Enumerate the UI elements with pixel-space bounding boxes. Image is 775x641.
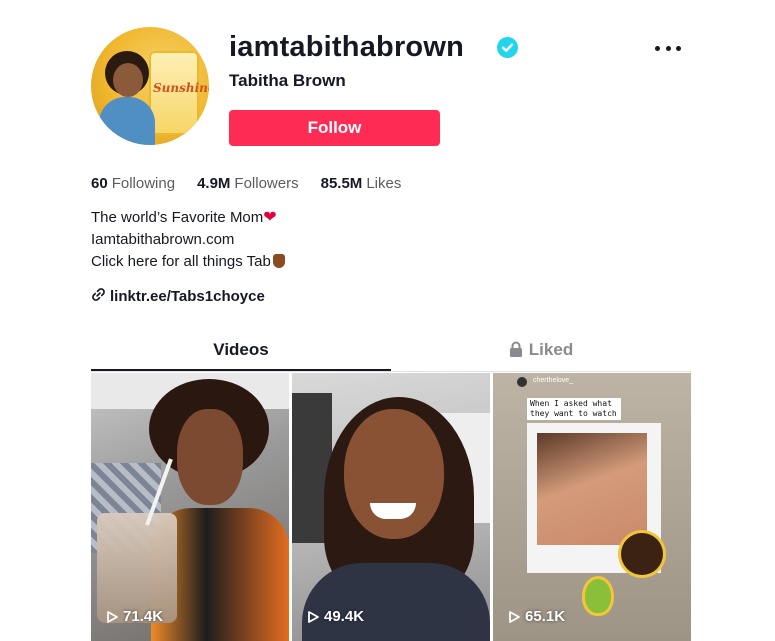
video-grid: 71.4K 49.4K cherthelove_ When I asked wh…	[91, 373, 693, 641]
bio-line: Iamtabithabrown.com	[91, 229, 285, 251]
link-text: linktr.ee/Tabs1choyce	[110, 288, 265, 305]
video-thumbnail[interactable]: cherthelove_ When I asked what they want…	[493, 373, 691, 641]
bio-text: The world’s Favorite Mom	[91, 209, 264, 226]
more-dot	[665, 45, 671, 51]
play-icon	[509, 610, 520, 623]
bio-text: Click here for all things Tab	[91, 253, 271, 270]
likes-label: Likes	[366, 175, 402, 192]
thumb-cup	[97, 513, 177, 623]
tab-videos[interactable]: Videos	[91, 336, 391, 370]
video-view-count: 49.4K	[306, 608, 364, 625]
following-stat[interactable]: 60 Following	[91, 175, 175, 192]
thumb-child-face	[537, 433, 647, 545]
thumb-avatar-dot	[517, 377, 527, 387]
tab-liked[interactable]: Liked	[391, 336, 691, 370]
lock-icon	[509, 338, 523, 366]
more-options-icon[interactable]	[655, 37, 681, 59]
followers-count: 4.9M	[197, 175, 231, 192]
play-icon	[107, 610, 118, 623]
bio-line: Click here for all things Tab	[91, 251, 285, 273]
views-text: 49.4K	[324, 608, 365, 625]
followers-stat[interactable]: 4.9M Followers	[197, 175, 299, 192]
video-view-count: 71.4K	[105, 608, 163, 625]
video-thumbnail[interactable]: 71.4K	[91, 373, 289, 641]
following-label: Following	[111, 175, 176, 192]
following-count: 60	[91, 175, 108, 192]
thumb-shirt	[302, 563, 490, 641]
heart-icon: ❤	[263, 209, 277, 226]
profile-bio: The world’s Favorite Mom❤ Iamtabithabrow…	[91, 207, 285, 273]
follow-button[interactable]: Follow	[229, 110, 440, 146]
bio-line: The world’s Favorite Mom❤	[91, 207, 285, 229]
video-thumbnail[interactable]: 49.4K	[292, 373, 490, 641]
thumb-sticker-afro	[621, 533, 663, 575]
thumb-handle: cherthelove_	[533, 377, 574, 384]
thumb-sticker-avocado	[585, 579, 611, 613]
video-view-count: 65.1K	[507, 608, 565, 625]
thumb-face	[344, 409, 444, 539]
profile-stats: 60 Following 4.9M Followers 85.5M Likes	[91, 175, 401, 192]
followers-label: Followers	[234, 175, 299, 192]
profile-username: iamtabithabrown	[229, 31, 465, 63]
avatar-product-jar: Sunshine	[149, 51, 209, 135]
thumb-face	[177, 409, 243, 505]
play-icon	[308, 610, 319, 623]
avatar-shirt	[99, 97, 155, 145]
views-text: 65.1K	[525, 608, 566, 625]
thumb-caption: When I asked what they want to watch	[527, 398, 621, 420]
views-text: 71.4K	[123, 608, 164, 625]
more-dot	[676, 45, 681, 51]
bio-text: Iamtabithabrown.com	[91, 231, 235, 248]
tab-label: Videos	[213, 340, 269, 359]
profile-avatar[interactable]: Sunshine	[91, 27, 209, 145]
tab-label: Liked	[528, 340, 574, 359]
tabs-divider	[91, 371, 691, 372]
likes-count: 85.5M	[320, 175, 363, 192]
avatar-face	[113, 63, 143, 97]
more-dot	[655, 45, 660, 51]
likes-stat: 85.5M Likes	[321, 175, 402, 192]
avatar-jar-label: Sunshine	[153, 81, 209, 95]
profile-tabs: Videos Liked	[91, 336, 691, 372]
verified-badge-icon	[497, 37, 518, 58]
pointing-hand-icon	[272, 254, 285, 268]
profile-nickname: Tabitha Brown	[229, 71, 346, 90]
link-icon	[91, 287, 106, 306]
profile-link[interactable]: linktr.ee/Tabs1choyce	[91, 287, 265, 306]
